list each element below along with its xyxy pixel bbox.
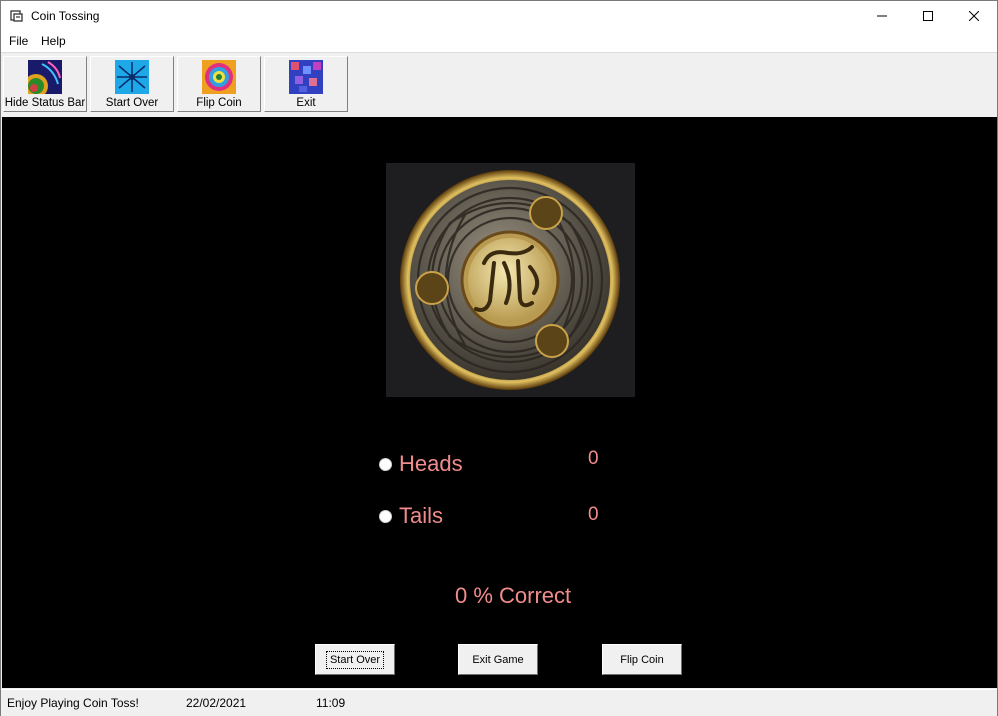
heads-count: 0 [588, 448, 599, 469]
flip-coin-button[interactable]: Flip Coin [602, 644, 682, 675]
menu-bar: File Help [1, 31, 997, 53]
mosaic-icon [289, 60, 323, 94]
swirl-icon [202, 60, 236, 94]
toolbar-flip-coin-button[interactable]: Flip Coin [177, 56, 261, 112]
toolbar-exit-button[interactable]: Exit [264, 56, 348, 112]
status-message: Enjoy Playing Coin Toss! [7, 696, 139, 710]
tails-label: Tails [399, 503, 444, 528]
toolbar-exit-label: Exit [296, 97, 316, 109]
heads-label: Heads [399, 451, 463, 476]
coin-image [400, 170, 620, 390]
hide-status-bar-label: Hide Status Bar [4, 97, 86, 109]
status-date: 22/02/2021 [186, 696, 247, 710]
heads-radio[interactable] [379, 458, 392, 471]
hide-status-bar-button[interactable]: Hide Status Bar [3, 56, 87, 112]
toolbar-start-over-button[interactable]: Start Over [90, 56, 174, 112]
maximize-icon [923, 11, 933, 21]
coin-frame [386, 163, 635, 397]
fractal-icon [28, 60, 62, 94]
app-icon [10, 10, 23, 22]
minimize-button[interactable] [859, 1, 905, 31]
exit-game-button[interactable]: Exit Game [458, 644, 538, 675]
title-bar: Coin Tossing [1, 1, 997, 31]
spiral-icon [115, 60, 149, 94]
app-window: Coin Tossing File Help Hide Status Bar S… [0, 0, 998, 716]
start-over-button[interactable]: Start Over [314, 643, 396, 676]
status-time: 11:09 [316, 696, 346, 710]
minimize-icon [877, 15, 887, 17]
close-icon [969, 11, 979, 21]
toolbar-start-over-label: Start Over [105, 97, 159, 109]
tails-radio[interactable] [379, 510, 392, 523]
maximize-button[interactable] [905, 1, 951, 31]
menu-file[interactable]: File [9, 34, 28, 48]
tails-count: 0 [588, 504, 599, 525]
game-area: Heads 0 Tails 0 0 % Correct Start Over E… [2, 117, 997, 688]
start-over-button-label: Start Over [325, 650, 385, 669]
menu-help[interactable]: Help [41, 34, 66, 48]
flip-coin-button-label: Flip Coin [620, 653, 664, 666]
exit-game-button-label: Exit Game [472, 653, 524, 666]
status-bar: Enjoy Playing Coin Toss! 22/02/2021 11:0… [1, 689, 997, 716]
percent-correct: 0 % Correct [455, 583, 572, 608]
toolbar-flip-coin-label: Flip Coin [196, 97, 242, 109]
toolbar: Hide Status Bar Start Over Flip Coin Exi… [1, 53, 997, 115]
window-title: Coin Tossing [31, 9, 100, 23]
close-button[interactable] [951, 1, 997, 31]
